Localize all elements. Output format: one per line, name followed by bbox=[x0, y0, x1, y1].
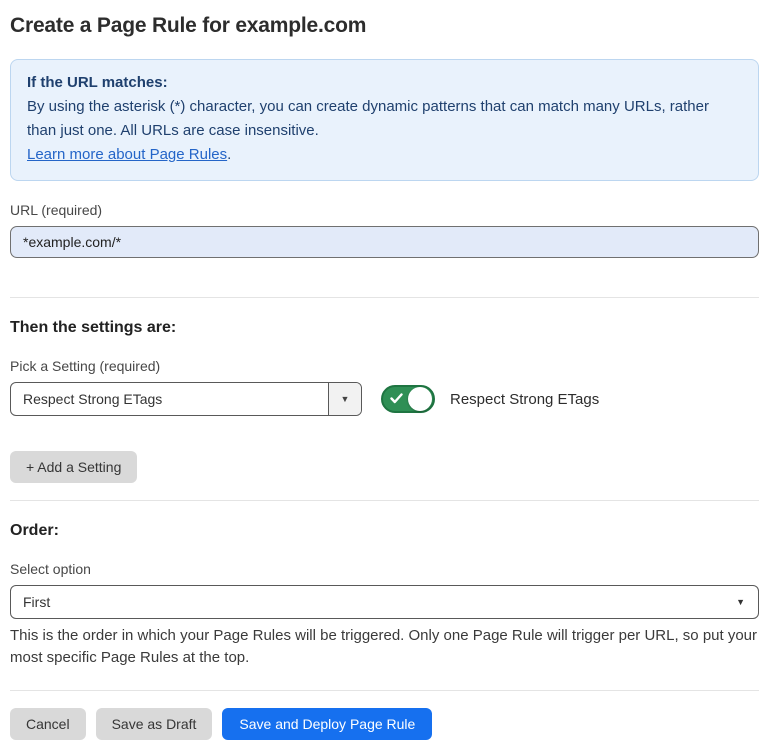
info-box-heading: If the URL matches: bbox=[27, 71, 742, 95]
info-box-body: By using the asterisk (*) character, you… bbox=[27, 95, 742, 143]
order-help-text: This is the order in which your Page Rul… bbox=[10, 625, 759, 669]
footer-actions: Cancel Save as Draft Save and Deploy Pag… bbox=[10, 708, 759, 740]
setting-select[interactable]: Respect Strong ETags ▼ bbox=[10, 382, 362, 416]
chevron-down-icon[interactable]: ▼ bbox=[328, 383, 361, 415]
divider bbox=[10, 297, 759, 298]
cancel-button[interactable]: Cancel bbox=[10, 708, 86, 740]
toggle-label: Respect Strong ETags bbox=[450, 391, 599, 408]
setting-select-value: Respect Strong ETags bbox=[11, 383, 328, 415]
pick-setting-label: Pick a Setting (required) bbox=[10, 358, 759, 374]
divider bbox=[10, 500, 759, 501]
add-setting-button[interactable]: + Add a Setting bbox=[10, 451, 137, 483]
url-input[interactable] bbox=[10, 226, 759, 258]
settings-section-heading: Then the settings are: bbox=[10, 319, 759, 337]
page-title: Create a Page Rule for example.com bbox=[10, 14, 759, 38]
info-box-link-line: Learn more about Page Rules. bbox=[27, 143, 742, 167]
url-match-info-box: If the URL matches: By using the asteris… bbox=[10, 59, 759, 181]
check-icon bbox=[390, 393, 403, 404]
order-select[interactable]: First ▼ bbox=[10, 585, 759, 619]
save-as-draft-button[interactable]: Save as Draft bbox=[96, 708, 213, 740]
select-option-label: Select option bbox=[10, 561, 759, 577]
order-section-heading: Order: bbox=[10, 522, 759, 540]
setting-toggle[interactable] bbox=[381, 385, 435, 413]
url-label: URL (required) bbox=[10, 202, 759, 218]
setting-row: Respect Strong ETags ▼ Respect Strong ET… bbox=[10, 382, 759, 416]
order-select-value: First bbox=[11, 586, 736, 618]
learn-more-link[interactable]: Learn more about Page Rules bbox=[27, 146, 227, 163]
link-period: . bbox=[227, 146, 231, 163]
toggle-knob bbox=[408, 387, 432, 411]
chevron-down-icon: ▼ bbox=[736, 586, 758, 618]
save-and-deploy-button[interactable]: Save and Deploy Page Rule bbox=[222, 708, 432, 740]
divider bbox=[10, 690, 759, 691]
create-page-rule-form: Create a Page Rule for example.com If th… bbox=[0, 0, 769, 756]
